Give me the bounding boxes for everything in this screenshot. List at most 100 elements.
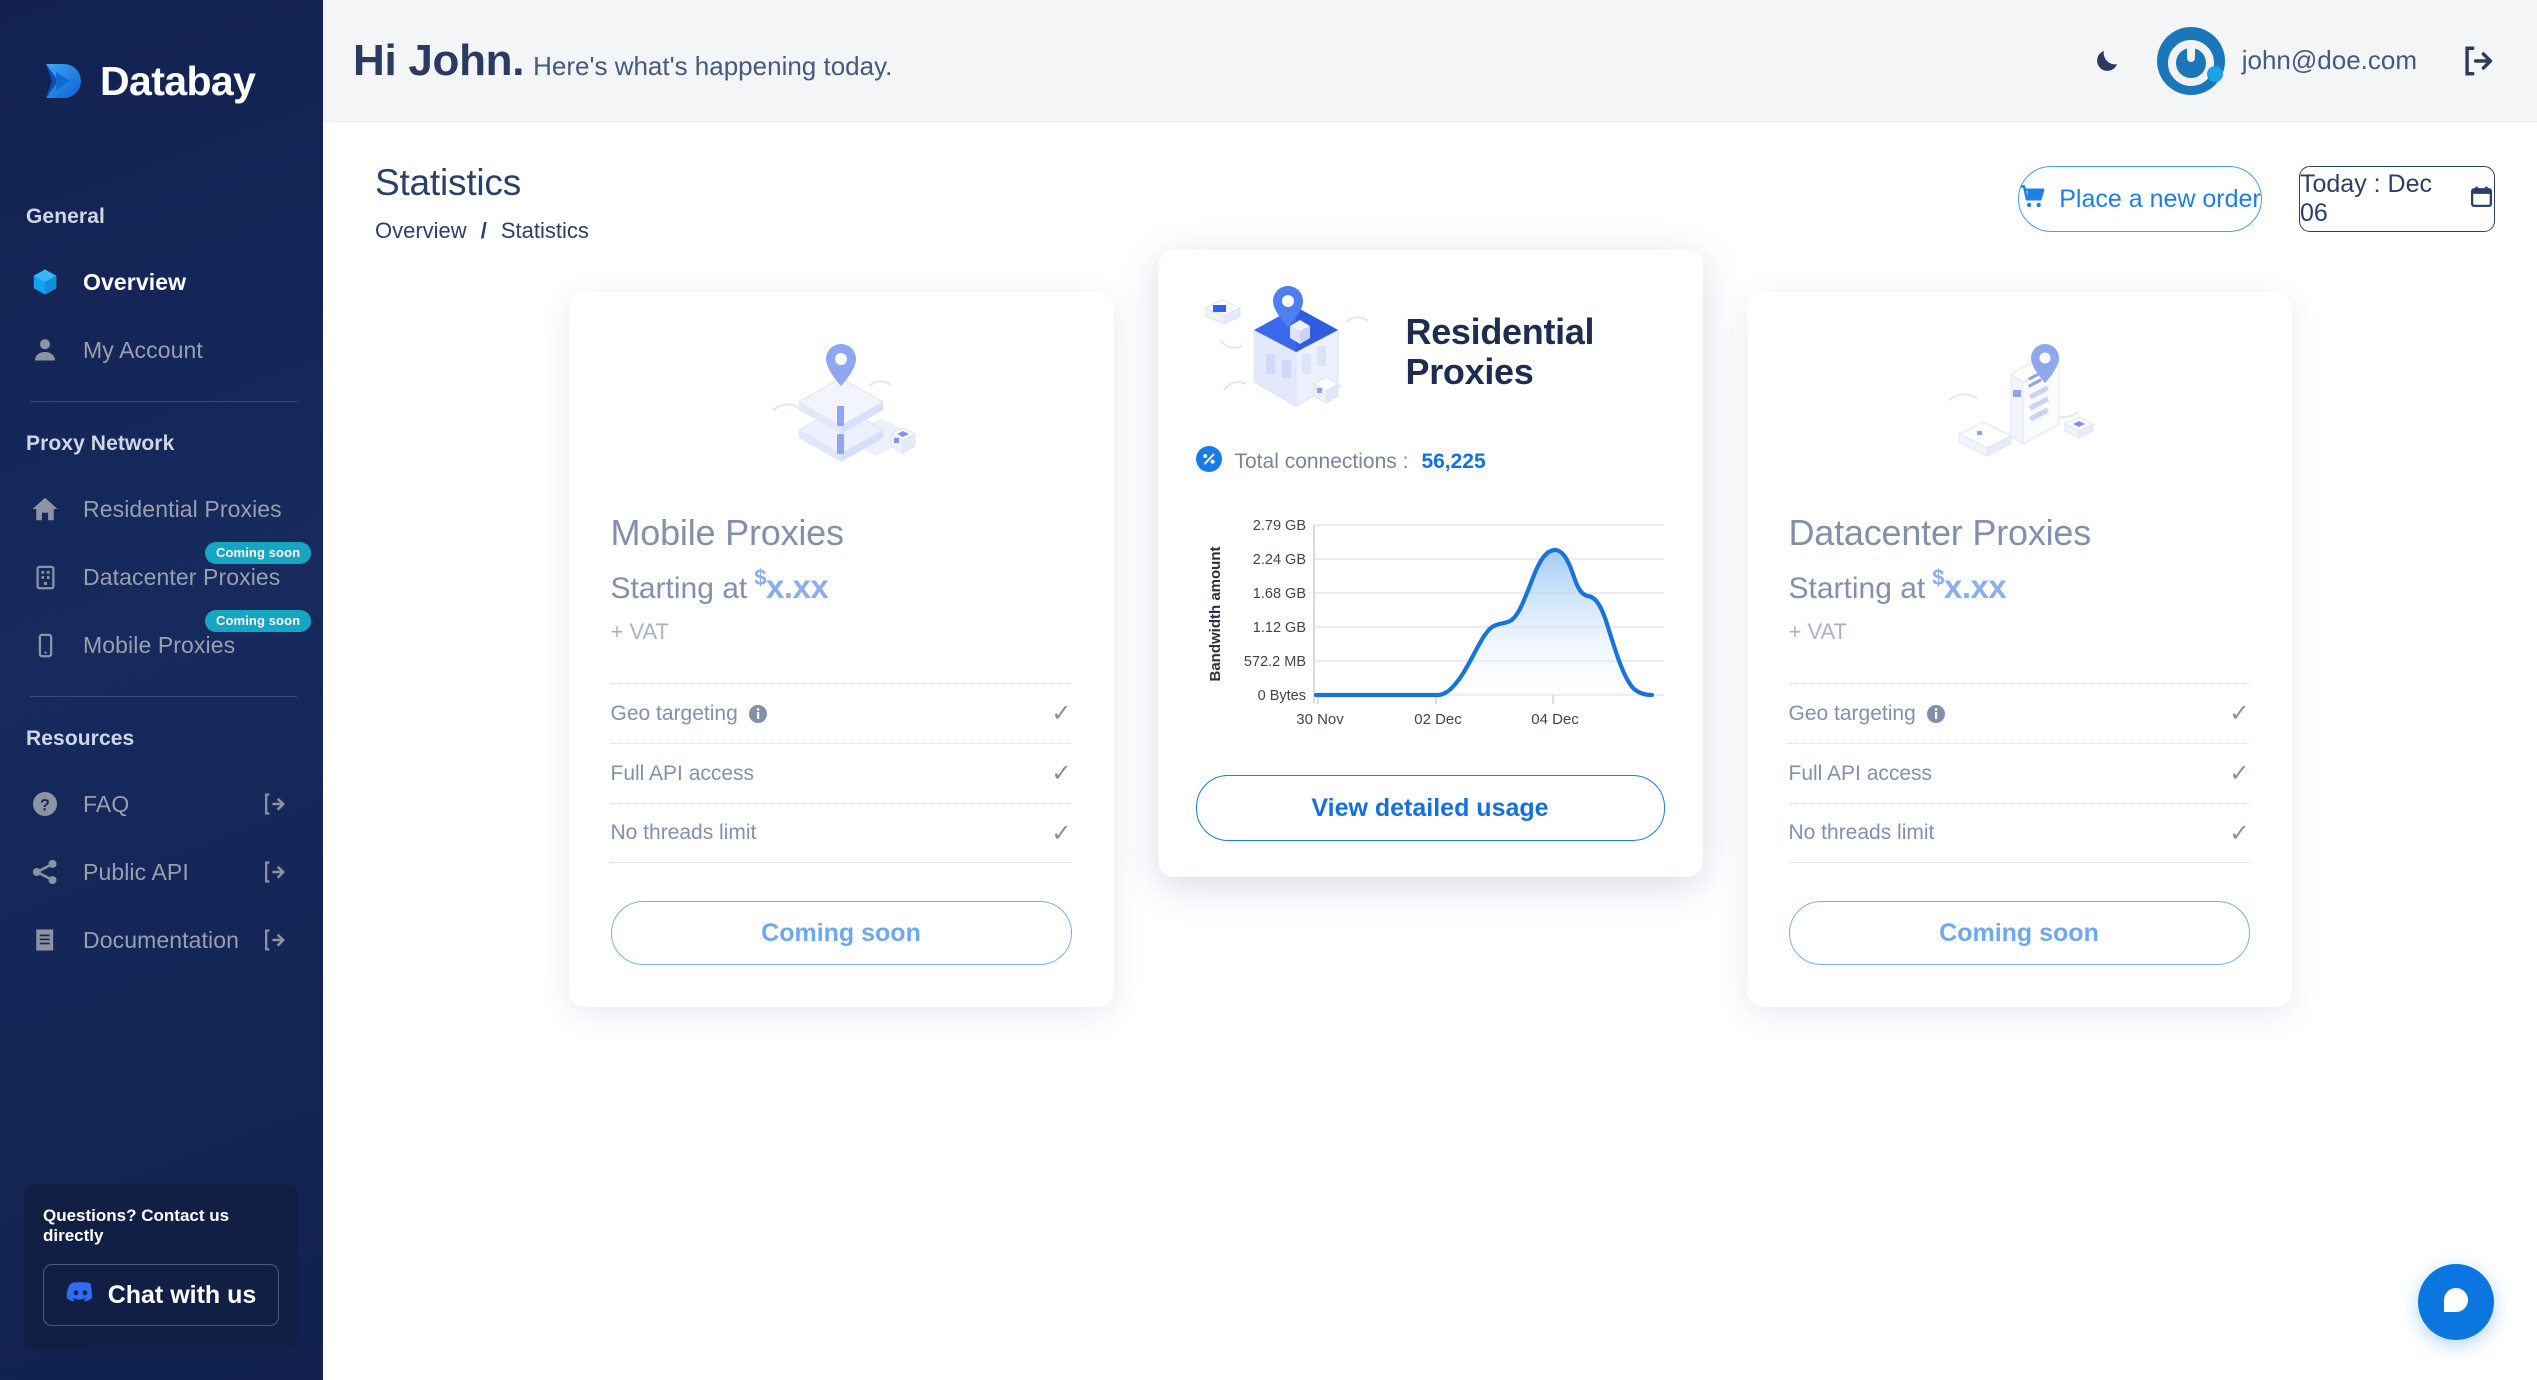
card-residential-proxies: Residential Proxies Total connections : … [1158, 250, 1703, 877]
feature-label: Geo targeting [611, 702, 738, 726]
sidebar: Databay General Overview My Account Prox… [0, 0, 323, 1380]
card-price-currency: $ [1932, 565, 1944, 590]
moon-icon[interactable] [2087, 41, 2127, 81]
sidebar-nav: General Overview My Account Proxy Networ… [0, 205, 323, 969]
proxy-cards: Mobile Proxies Starting at $x.xx + VAT G… [323, 292, 2537, 1007]
topbar: Hi John. Here's what's happening today. [323, 0, 2537, 122]
mobile-proxies-illustration-icon [611, 338, 1072, 488]
status-badge-coming-soon: Coming soon [205, 542, 311, 564]
greeting-subtitle: Here's what's happening today. [533, 51, 892, 82]
card-price-value: x.xx [766, 568, 828, 605]
sidebar-item-label: My Account [83, 337, 203, 364]
card-price-row: Starting at $x.xx [611, 565, 1072, 606]
sidebar-item-faq[interactable]: ? FAQ [0, 775, 323, 833]
feature-row: Geo targeting ✓ [611, 683, 1072, 743]
nav-section-proxy-network-title: Proxy Network [0, 432, 323, 456]
status-badge-coming-soon: Coming soon [205, 610, 311, 632]
chart-x-tick-labels: 30 Nov 02 Dec 04 Dec [1296, 711, 1579, 728]
chat-with-us-button[interactable]: Chat with us [43, 1264, 279, 1326]
chart-y-axis-title: Bandwidth amount [1207, 547, 1224, 682]
card-datacenter-proxies: Datacenter Proxies Starting at $x.xx + V… [1747, 292, 2292, 1007]
card-vat-note: + VAT [611, 619, 1072, 645]
chat-bubble-icon [2439, 1283, 2473, 1322]
feature-label: No threads limit [611, 821, 757, 845]
card-price: $x.xx [1932, 565, 2006, 606]
coming-soon-button[interactable]: Coming soon [1789, 901, 2250, 965]
greeting: Hi John. Here's what's happening today. [353, 36, 892, 86]
center-card-title-line1: Residential [1406, 312, 1595, 352]
sidebar-item-label: Mobile Proxies [83, 632, 235, 659]
breadcrumb: Overview / Statistics [375, 218, 589, 244]
user-email: john@doe.com [2242, 45, 2417, 76]
card-price-label: Starting at [1789, 572, 1926, 606]
sidebar-item-residential-proxies[interactable]: Residential Proxies [0, 480, 323, 538]
svg-text:?: ? [40, 796, 50, 814]
sidebar-item-label: Documentation [83, 927, 239, 954]
chart-ytick: 572.2 MB [1243, 654, 1305, 670]
feature-row: Full API access ✓ [1789, 743, 2250, 803]
center-card-header: Residential Proxies [1196, 282, 1665, 422]
feature-check-icon: ✓ [2229, 759, 2249, 788]
cube-icon [26, 263, 64, 301]
brand-logo[interactable]: Databay [0, 0, 323, 107]
topbar-actions: john@doe.com [2087, 27, 2499, 95]
nav-divider [30, 401, 297, 402]
feature-row: No threads limit ✓ [611, 803, 1072, 863]
chart-ytick: 2.79 GB [1252, 518, 1305, 534]
card-price-value: x.xx [1944, 568, 2006, 605]
sidebar-item-datacenter-proxies[interactable]: Datacenter Proxies Coming soon [0, 548, 323, 606]
page-header-actions: Place a new order Today : Dec 06 [2018, 166, 2495, 232]
place-new-order-button[interactable]: Place a new order [2018, 166, 2262, 232]
card-price-row: Starting at $x.xx [1789, 565, 2250, 606]
feature-left: No threads limit [1789, 821, 1935, 845]
external-link-icon[interactable] [262, 860, 287, 885]
card-title: Datacenter Proxies [1789, 512, 2250, 554]
sidebar-item-my-account[interactable]: My Account [0, 321, 323, 379]
center-card-title: Residential Proxies [1406, 312, 1595, 393]
chat-bubble-fab[interactable] [2418, 1264, 2494, 1340]
discord-icon [66, 1281, 95, 1309]
residential-proxies-illustration-icon [1196, 282, 1396, 422]
brand-name: Databay [100, 58, 255, 105]
app-root: Databay General Overview My Account Prox… [0, 0, 2537, 1380]
sidebar-item-mobile-proxies[interactable]: Mobile Proxies Coming soon [0, 616, 323, 674]
contact-box: Questions? Contact us directly Chat with… [24, 1184, 298, 1350]
chart-xtick: 02 Dec [1414, 711, 1462, 728]
center-card-title-line2: Proxies [1406, 352, 1595, 392]
external-link-icon[interactable] [262, 928, 287, 953]
coming-soon-button[interactable]: Coming soon [611, 901, 1072, 965]
logout-icon[interactable] [2455, 39, 2499, 83]
date-picker-button[interactable]: Today : Dec 06 [2299, 166, 2495, 232]
sidebar-item-label: Datacenter Proxies [83, 564, 280, 591]
chart-y-tick-labels: 2.79 GB 2.24 GB 1.68 GB 1.12 GB 572.2 MB… [1243, 518, 1305, 704]
home-icon [26, 490, 64, 528]
view-detailed-usage-button[interactable]: View detailed usage [1196, 775, 1665, 841]
info-icon[interactable] [748, 704, 768, 724]
feature-row: Full API access ✓ [611, 743, 1072, 803]
feature-left: No threads limit [611, 821, 757, 845]
external-link-icon[interactable] [262, 792, 287, 817]
sidebar-item-documentation[interactable]: Documentation [0, 911, 323, 969]
nav-section-general-title: General [0, 205, 323, 229]
cart-icon [2019, 183, 2046, 215]
feature-label: Full API access [1789, 762, 1933, 786]
card-price-label: Starting at [611, 572, 748, 606]
contact-title: Questions? Contact us directly [43, 1206, 279, 1246]
total-connections: Total connections : 56,225 [1196, 446, 1665, 477]
card-title: Mobile Proxies [611, 512, 1072, 554]
total-connections-value: 56,225 [1421, 450, 1485, 474]
user-chip[interactable]: john@doe.com [2157, 27, 2417, 95]
coming-soon-label: Coming soon [761, 919, 921, 948]
feature-list: Geo targeting ✓ Full API access ✓ [611, 683, 1072, 863]
sidebar-item-overview[interactable]: Overview [0, 253, 323, 311]
feature-label: Geo targeting [1789, 702, 1916, 726]
chart-ytick: 1.68 GB [1252, 586, 1305, 602]
breadcrumb-item-statistics[interactable]: Statistics [501, 218, 589, 244]
feature-label: No threads limit [1789, 821, 1935, 845]
info-icon[interactable] [1926, 704, 1946, 724]
feature-label: Full API access [611, 762, 755, 786]
user-icon [26, 331, 64, 369]
total-connections-label: Total connections : [1235, 450, 1409, 474]
sidebar-item-public-api[interactable]: Public API [0, 843, 323, 901]
breadcrumb-item-overview[interactable]: Overview [375, 218, 467, 244]
